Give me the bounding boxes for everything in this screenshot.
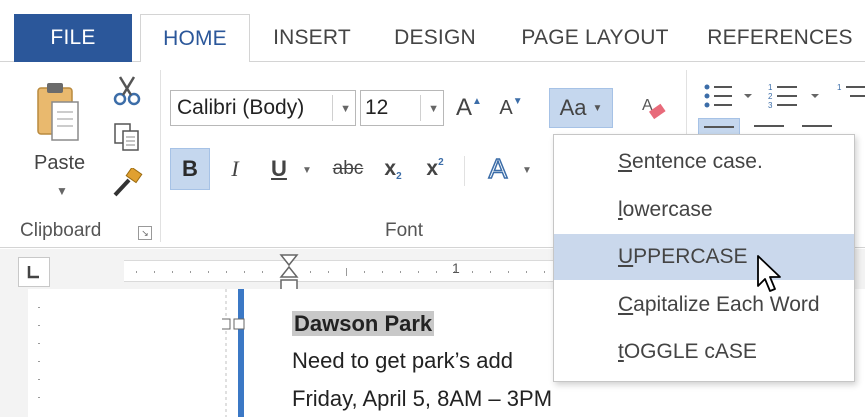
superscript-mark: 2 [438, 156, 444, 168]
font-size-select[interactable]: 12 ▼ [360, 90, 444, 126]
subscript-mark: 2 [396, 170, 402, 182]
font-family-value: Calibri (Body) [177, 96, 305, 119]
svg-text:2: 2 [768, 92, 773, 101]
menu-item-label: lowercase [618, 198, 713, 221]
bullet-list-icon [704, 84, 752, 108]
menu-item-lowercase[interactable]: lowercase [554, 187, 854, 233]
change-case-button[interactable]: Aa ▼ [549, 88, 613, 128]
access-key-letter: l [618, 198, 623, 221]
font-size-value: 12 [365, 96, 389, 119]
chevron-down-icon[interactable]: ▼ [56, 184, 68, 198]
document-line-3[interactable]: Friday, April 5, 8AM – 3PM [292, 386, 552, 412]
svg-text:1: 1 [837, 83, 842, 92]
text-effects-button[interactable]: A [478, 148, 518, 190]
eraser-icon: A [642, 97, 666, 120]
menu-item-label: tOGGLE cASE [618, 340, 757, 363]
tab-design[interactable]: DESIGN [380, 14, 490, 62]
clear-formatting-button[interactable]: A [636, 90, 672, 126]
multilevel-list-button[interactable]: 1 [836, 80, 865, 112]
horizontal-ruler[interactable] [124, 260, 554, 282]
group-separator [160, 70, 161, 242]
chevron-down-icon[interactable]: ▼ [518, 160, 536, 180]
bullets-button[interactable] [700, 80, 760, 112]
mouse-pointer-icon [757, 255, 781, 292]
tab-home[interactable]: HOME [140, 14, 250, 63]
access-key-letter: S [618, 150, 633, 173]
cut-button[interactable] [110, 74, 144, 108]
change-case-icon: Aa [559, 95, 587, 120]
scissors-icon [113, 76, 141, 106]
menu-item-label: Capitalize Each Word [618, 293, 820, 316]
grow-font-button[interactable]: A ▲ [452, 90, 486, 126]
bold-button[interactable]: B [170, 148, 210, 190]
align-center-icon [754, 125, 784, 127]
menu-item-capitalize-each-word[interactable]: Capitalize Each Word [554, 282, 854, 328]
svg-text:1: 1 [768, 83, 773, 92]
align-center-button[interactable] [748, 118, 790, 134]
dialog-launcher-icon[interactable]: ↘ [138, 226, 152, 240]
document-line-2[interactable]: Need to get park’s add [292, 348, 513, 374]
copy-button[interactable] [110, 120, 144, 154]
change-case-menu: Sentence case. lowercase UPPERCASE Capit… [553, 134, 855, 382]
align-left-button[interactable] [698, 118, 740, 134]
dropdown-divider [420, 95, 421, 121]
subscript-button[interactable]: x2 [376, 148, 410, 190]
ruler-mark-1: 1 [452, 260, 460, 276]
vertical-ruler-ticks [28, 289, 50, 417]
tab-page-layout[interactable]: PAGE LAYOUT [510, 14, 680, 62]
left-tab-icon [27, 266, 39, 279]
access-key-letter: t [618, 340, 624, 363]
superscript-button[interactable]: x2 [418, 148, 452, 190]
font-group-label: Font [385, 220, 424, 241]
shrink-font-icon: A [499, 96, 513, 119]
menu-item-toggle-case[interactable]: tOGGLE cASE [554, 329, 854, 375]
shrink-font-button[interactable]: A ▼ [494, 90, 528, 126]
tab-selector[interactable] [18, 257, 50, 287]
paintbrush-icon [113, 168, 143, 197]
menu-item-sentence-case[interactable]: Sentence case. [554, 139, 854, 185]
chevron-down-icon[interactable]: ▼ [340, 103, 351, 115]
selected-text[interactable]: Dawson Park [292, 311, 435, 336]
chevron-down-icon: ▼ [592, 102, 603, 114]
font-family-select[interactable]: Calibri (Body) ▼ [170, 90, 356, 126]
clipboard-group-label: Clipboard [20, 220, 102, 241]
button-separator [464, 156, 465, 186]
menu-item-label: UPPERCASE [618, 245, 748, 268]
subscript-icon: x [384, 157, 397, 180]
tab-insert[interactable]: INSERT [262, 14, 362, 62]
svg-text:3: 3 [768, 101, 773, 110]
chevron-down-icon[interactable]: ▼ [298, 160, 316, 180]
align-right-icon [802, 125, 832, 127]
superscript-icon: x [426, 157, 439, 180]
margin-guide [222, 289, 245, 417]
format-painter-button[interactable] [108, 166, 146, 200]
menu-item-uppercase[interactable]: UPPERCASE [554, 234, 854, 280]
ruler-ticks [136, 268, 545, 276]
ribbon-tab-bar: FILE HOME INSERT DESIGN PAGE LAYOUT REFE… [0, 0, 865, 63]
numbering-button[interactable]: 1 2 3 [765, 80, 829, 112]
grow-font-icon: A [456, 94, 473, 121]
copy-icon [114, 123, 139, 151]
align-left-icon [704, 125, 734, 128]
dropdown-divider [332, 95, 333, 121]
access-key-letter: U [618, 245, 634, 268]
paste-icon [37, 83, 79, 141]
caret-down-icon: ▼ [512, 95, 523, 107]
underline-button[interactable]: U [262, 148, 296, 190]
multilevel-list-icon: 1 [837, 83, 865, 97]
chevron-down-icon[interactable]: ▼ [428, 103, 439, 115]
italic-button[interactable]: I [218, 148, 252, 190]
access-key-letter: C [618, 293, 634, 316]
document-line-1[interactable]: Dawson Park [292, 311, 435, 337]
vertical-ruler [0, 289, 50, 417]
strikethrough-button[interactable]: abc [326, 148, 370, 190]
caret-up-icon: ▲ [472, 95, 482, 107]
tab-file[interactable]: FILE [14, 14, 132, 62]
align-right-button[interactable] [796, 118, 838, 134]
numbered-list-icon: 1 2 3 [768, 83, 819, 110]
menu-item-label: Sentence case. [618, 150, 763, 173]
paste-label: Paste [34, 152, 86, 174]
tab-references[interactable]: REFERENCES [700, 14, 860, 62]
